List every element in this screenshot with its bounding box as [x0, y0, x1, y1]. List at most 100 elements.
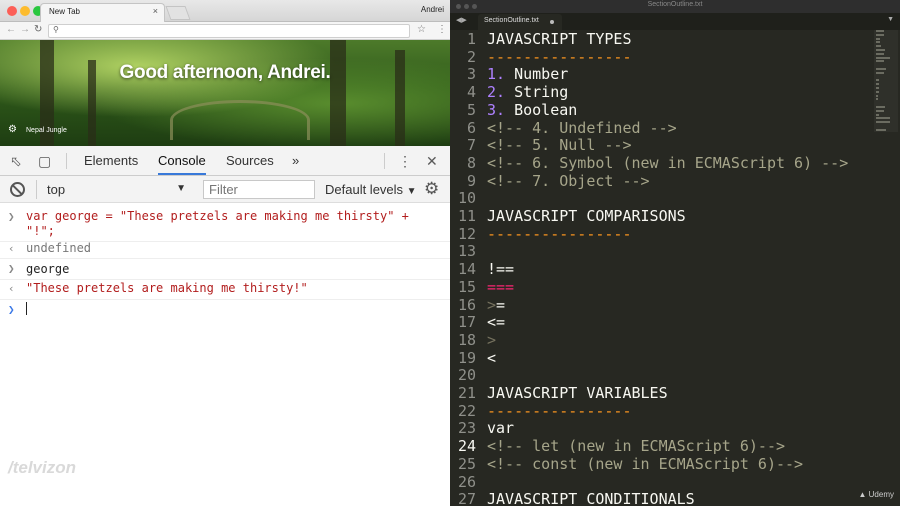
code-line: 3. Boolean	[487, 100, 577, 120]
input-chevron-icon: ❯	[8, 262, 15, 275]
line-number: 17	[457, 313, 476, 332]
minimize-window-button[interactable]	[20, 6, 30, 16]
console-input-text-continued: "!";	[26, 224, 55, 238]
minimap-line	[876, 106, 885, 108]
minimap-line	[876, 90, 879, 93]
console-prompt-row[interactable]: ❯	[0, 300, 450, 320]
bridge-shape	[170, 100, 310, 140]
code-line: !==	[487, 260, 515, 279]
code-line: <!-- 5. Null -->	[487, 136, 632, 155]
input-chevron-icon: ❯	[8, 210, 15, 223]
code-area[interactable]: JAVASCRIPT TYPES ---------------- 1. Numbe…	[487, 30, 867, 506]
line-number: 22	[457, 401, 476, 420]
clear-console-icon[interactable]	[10, 182, 25, 197]
code-line: ----------------	[487, 224, 632, 243]
code-line: <!-- 6. Symbol (new in ECMAScript 6) -->	[487, 153, 849, 172]
chevron-down-icon[interactable]: ▼	[887, 16, 894, 23]
context-value: top	[47, 182, 66, 197]
code-line: ----------------	[487, 401, 632, 420]
code-line: <=	[487, 313, 506, 332]
minimap-line	[876, 37, 881, 40]
minimap-line	[876, 121, 890, 124]
browser-titlebar: New Tab × Andrei	[0, 0, 450, 22]
gear-icon[interactable]: ⚙	[8, 124, 17, 135]
console-input-text: george	[26, 262, 70, 276]
inspect-element-icon[interactable]: ⬁	[10, 153, 22, 169]
close-icon[interactable]: ✕	[426, 153, 438, 169]
minimap-line	[876, 83, 880, 86]
code-char: >	[487, 295, 497, 314]
more-tabs-icon[interactable]: »	[292, 153, 299, 168]
tab-title: New Tab	[49, 7, 80, 16]
line-number: 20	[457, 366, 476, 385]
tab-sources[interactable]: Sources	[226, 153, 274, 168]
code-line: var	[487, 419, 515, 438]
minimap-line	[876, 30, 884, 32]
line-number: 25	[457, 454, 476, 473]
tab-close-icon[interactable]: ×	[153, 6, 158, 16]
forward-arrow-icon[interactable]: →	[20, 24, 30, 36]
line-number: 21	[457, 384, 476, 402]
tab-nav-arrows-icon[interactable]: ◀▶	[456, 16, 467, 24]
code-line: <	[487, 348, 497, 367]
new-tab-background-image: Good afternoon, Andrei. ⚙ Nepal Jungle	[0, 40, 450, 146]
line-number: 18	[457, 330, 476, 349]
minimap-line	[876, 113, 880, 116]
filter-input[interactable]	[203, 180, 315, 199]
divider	[384, 153, 385, 169]
code-text: String	[505, 83, 569, 102]
line-number: 9	[466, 171, 476, 190]
editor-tab-sectionoutline[interactable]: SectionOutline.txt	[478, 14, 562, 30]
minimap[interactable]	[876, 30, 892, 132]
line-number-gutter: 1 2 3 4 5 6 7 8 9 10 11 12 13 14 15 16 17 18 19 20 21 22 23 24 2…	[450, 30, 478, 506]
minimap-line	[876, 33, 884, 36]
unsaved-dot-icon[interactable]	[550, 20, 554, 24]
tab-elements[interactable]: Elements	[84, 153, 138, 168]
code-line: JAVASCRIPT TYPES	[487, 30, 632, 48]
code-line: JAVASCRIPT VARIABLES	[487, 384, 668, 402]
reload-icon[interactable]: ↻	[34, 24, 42, 36]
code-line: >	[487, 330, 497, 349]
console-output-row: ‹ "These pretzels are making me thirsty!…	[0, 279, 450, 300]
profile-name[interactable]: Andrei	[421, 5, 444, 14]
context-selector[interactable]: top ▼	[36, 180, 192, 199]
address-bar[interactable]: ⚲	[48, 24, 410, 38]
minimap-line	[876, 94, 879, 97]
search-icon: ⚲	[53, 25, 59, 34]
new-tab-button[interactable]	[165, 6, 191, 20]
back-arrow-icon[interactable]: ←	[6, 24, 16, 36]
line-number: 19	[457, 348, 476, 367]
code-line: ===	[487, 277, 515, 296]
line-number: 3	[466, 65, 476, 84]
kebab-menu-icon[interactable]: ⋮	[398, 153, 412, 169]
text-editor-window: SectionOutline.txt ◀▶ SectionOutline.txt…	[450, 0, 900, 506]
prompt-chevron-icon: ❯	[8, 303, 15, 316]
line-number: 14	[457, 260, 476, 279]
log-levels-dropdown[interactable]: Default levels ▼	[325, 182, 417, 197]
list-number: 3.	[487, 100, 506, 119]
line-number: 6	[466, 118, 476, 137]
tab-console[interactable]: Console	[158, 153, 206, 175]
text-cursor	[26, 302, 27, 315]
minimap-line	[876, 87, 879, 89]
console-filter-bar: top ▼ Default levels ▼ ⚙	[0, 176, 450, 203]
line-number: 13	[457, 242, 476, 261]
minimap-line	[876, 41, 881, 44]
udemy-logo: ▲ Udemy	[858, 490, 894, 499]
minimap-line	[876, 56, 890, 59]
line-number: 10	[457, 189, 476, 208]
kebab-menu-icon[interactable]: ⋮	[437, 24, 447, 35]
star-icon[interactable]: ☆	[417, 24, 426, 35]
close-window-button[interactable]	[7, 6, 17, 16]
console-output-text: "These pretzels are making me thirsty!"	[26, 281, 308, 295]
console-input-row: ❯ var george = "These pretzels are makin…	[0, 208, 450, 242]
minimap-line	[876, 79, 880, 82]
device-toolbar-icon[interactable]: ▢	[38, 153, 51, 169]
log-levels-label: Default levels	[325, 182, 404, 197]
gear-icon[interactable]: ⚙	[424, 179, 439, 199]
photo-credit[interactable]: Nepal Jungle	[26, 127, 67, 134]
browser-tab-new-tab[interactable]: New Tab ×	[40, 3, 165, 22]
output-chevron-icon: ‹	[8, 242, 15, 255]
minimap-line	[876, 49, 886, 51]
list-number: 2.	[487, 83, 506, 102]
